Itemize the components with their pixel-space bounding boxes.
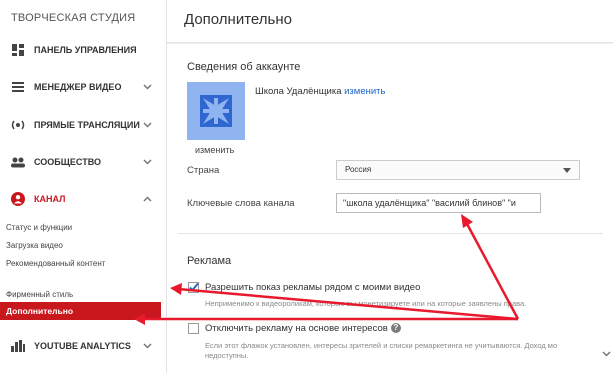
- page-title: Дополнительно: [184, 11, 292, 28]
- chevron-down-icon[interactable]: [143, 341, 152, 351]
- chevron-down-icon[interactable]: [143, 120, 152, 130]
- sidebar-subitem-branding[interactable]: Фирменный стиль: [6, 289, 156, 301]
- sidebar: ТВОРЧЕСКАЯ СТУДИЯ ПАНЕЛЬ УПРАВЛЕНИЯ МЕНЕ…: [0, 0, 167, 373]
- keywords-label: Ключевые слова канала: [187, 198, 295, 209]
- allow-ads-checkbox[interactable]: [188, 282, 199, 293]
- sidebar-item-label: YOUTUBE ANALYTICS: [34, 341, 131, 351]
- channel-name-change-link[interactable]: изменить: [344, 86, 385, 97]
- interest-ads-label-text: Отключить рекламу на основе интересов: [205, 323, 388, 334]
- studio-title: ТВОРЧЕСКАЯ СТУДИЯ: [11, 12, 136, 24]
- sidebar-item-label: СООБЩЕСТВО: [34, 157, 101, 167]
- main-header: Дополнительно: [167, 0, 613, 43]
- chevron-down-icon[interactable]: [143, 82, 152, 92]
- sidebar-item-community[interactable]: СООБЩЕСТВО: [0, 150, 166, 174]
- chevron-up-icon[interactable]: [143, 194, 152, 204]
- sidebar-item-channel[interactable]: КАНАЛ: [0, 187, 166, 211]
- sidebar-item-live[interactable]: ПРЯМЫЕ ТРАНСЛЯЦИИ: [0, 113, 166, 137]
- channel-avatar[interactable]: [187, 82, 245, 140]
- sidebar-item-video-manager[interactable]: МЕНЕДЖЕР ВИДЕО: [0, 75, 166, 99]
- sidebar-item-label: МЕНЕДЖЕР ВИДЕО: [34, 82, 122, 92]
- country-label: Страна: [187, 165, 220, 176]
- help-icon[interactable]: ?: [390, 323, 401, 333]
- sidebar-item-label: КАНАЛ: [34, 194, 66, 204]
- ads-section-title: Реклама: [187, 255, 232, 267]
- allow-ads-label[interactable]: Разрешить показ рекламы рядом с моими ви…: [205, 282, 420, 293]
- sidebar-item-dashboard[interactable]: ПАНЕЛЬ УПРАВЛЕНИЯ: [0, 38, 166, 62]
- country-select-value: Россия: [345, 165, 372, 174]
- live-icon: [10, 117, 26, 133]
- sidebar-subitem-advanced[interactable]: Дополнительно: [0, 302, 161, 320]
- dropdown-arrow-icon: [563, 168, 571, 173]
- keywords-input[interactable]: "школа удалёнщика" "василий блинов" "и: [336, 193, 541, 213]
- dashboard-icon: [10, 42, 26, 58]
- sidebar-item-label: ПАНЕЛЬ УПРАВЛЕНИЯ: [34, 45, 137, 55]
- interest-ads-hint-2: недоступны.: [205, 351, 249, 360]
- country-select[interactable]: Россия: [336, 160, 580, 180]
- sidebar-subitem-upload[interactable]: Загрузка видео: [6, 240, 156, 252]
- channel-logo-icon: [200, 95, 232, 127]
- account-section-title: Сведения об аккаунте: [187, 61, 301, 73]
- interest-ads-label[interactable]: Отключить рекламу на основе интересов?: [205, 323, 401, 334]
- scroll-down-icon[interactable]: [602, 344, 611, 362]
- section-divider: [178, 233, 603, 234]
- sidebar-subitem-featured[interactable]: Рекомендованный контент: [6, 258, 106, 270]
- community-icon: [10, 154, 26, 170]
- checkmark-icon: [189, 282, 199, 292]
- video-manager-icon: [10, 79, 26, 95]
- sidebar-item-label: ПРЯМЫЕ ТРАНСЛЯЦИИ: [34, 120, 140, 130]
- chevron-down-icon[interactable]: [143, 157, 152, 167]
- channel-icon: [10, 191, 26, 207]
- avatar-change-link[interactable]: изменить: [195, 145, 234, 155]
- interest-ads-checkbox[interactable]: [188, 323, 199, 334]
- analytics-icon: [10, 338, 26, 354]
- allow-ads-hint: Неприменимо к видеороликам, которые вы м…: [205, 299, 527, 308]
- sidebar-subitem-status[interactable]: Статус и функции: [6, 222, 156, 234]
- sidebar-item-analytics[interactable]: YOUTUBE ANALYTICS: [0, 334, 166, 358]
- channel-name-text: Школа Удалёнщика: [255, 86, 342, 97]
- interest-ads-hint-1: Если этот флажок установлен, интересы зр…: [205, 341, 558, 350]
- channel-name: Школа Удалёнщика изменить: [255, 86, 385, 97]
